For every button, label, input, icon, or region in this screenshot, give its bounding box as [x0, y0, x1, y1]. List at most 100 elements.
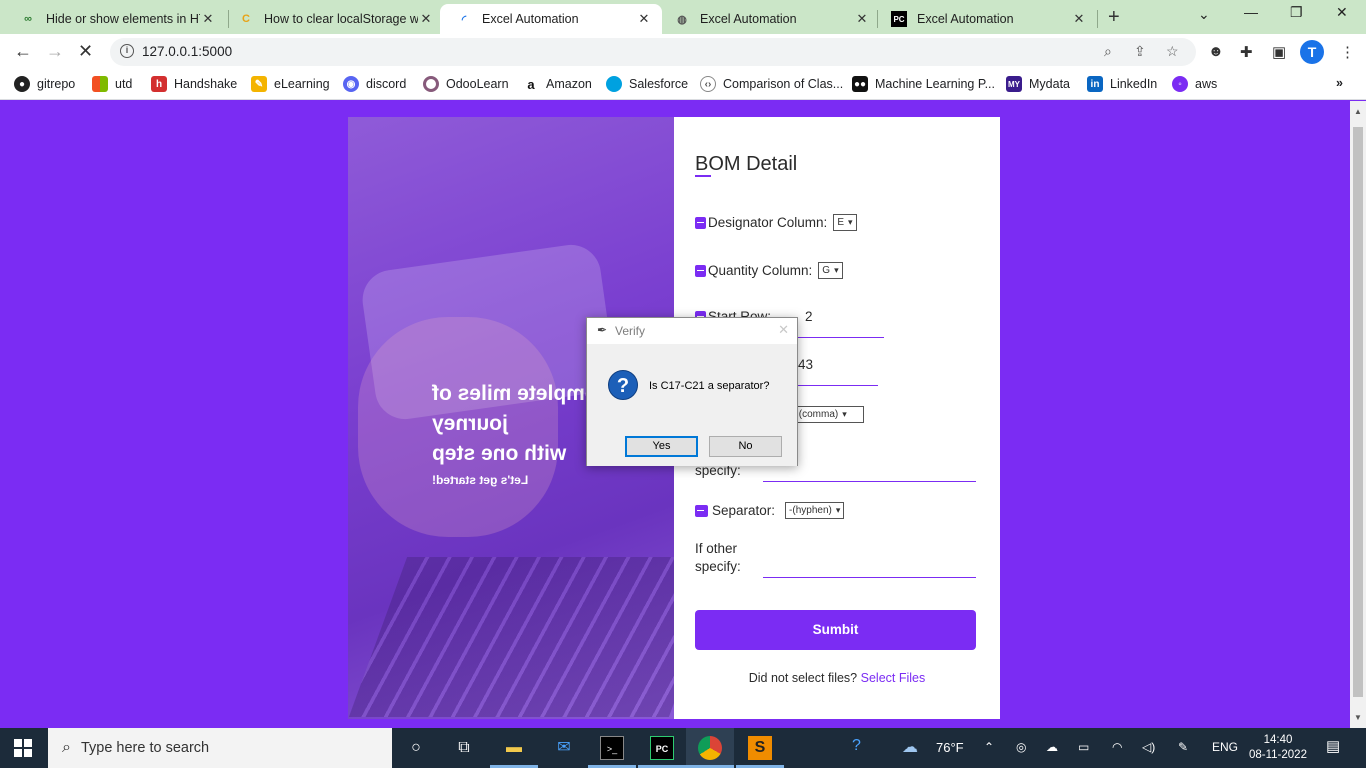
footer-text: Did not select files? — [748, 671, 858, 685]
language-indicator[interactable]: ENG — [1212, 740, 1238, 754]
terminal-icon[interactable]: >_ — [600, 736, 624, 760]
separator-select[interactable]: -(hyphen) ▾ — [785, 502, 845, 519]
file-explorer-icon[interactable]: ▬ — [502, 736, 526, 760]
dialog-message: Is C17-C21 a separator? — [649, 380, 770, 392]
bookmark-mydata[interactable]: MY Mydata — [1006, 76, 1070, 92]
start-row-input[interactable]: 2 — [805, 309, 813, 324]
weather-cloud-icon[interactable]: ☁ — [902, 737, 918, 757]
tab-hide-show[interactable]: ∞ Hide or show elements in HT ✕ — [4, 4, 226, 34]
notifications-icon[interactable]: ▤ — [1326, 737, 1340, 755]
tab-excel-automation-active[interactable]: ◜ Excel Automation ✕ — [440, 4, 662, 34]
tab-title: Excel Automation — [700, 12, 797, 26]
browser-menu-icon[interactable]: ⋮ — [1340, 43, 1355, 61]
bookmark-aws[interactable]: ◦ aws — [1172, 76, 1217, 92]
list-icon — [695, 216, 706, 229]
close-window-button[interactable]: ✕ — [1336, 4, 1348, 21]
share-icon[interactable]: ⇪ — [1134, 43, 1146, 60]
scroll-up-icon[interactable]: ▲ — [1354, 107, 1362, 116]
bookmark-gitrepo[interactable]: ● gitrepo — [14, 76, 75, 92]
start-button[interactable] — [14, 739, 32, 757]
tab-excel-automation-2[interactable]: ◍ Excel Automation ✕ — [658, 4, 880, 34]
close-tab-icon[interactable]: ✕ — [200, 11, 216, 27]
scrollbar-thumb[interactable] — [1353, 127, 1363, 697]
side-panel-icon[interactable]: ▣ — [1272, 43, 1286, 61]
other-specify-underline-1[interactable] — [763, 481, 976, 482]
pen-icon[interactable]: ✎ — [1178, 740, 1188, 754]
other-specify-underline-2[interactable] — [763, 577, 976, 578]
bookmark-odoolearn[interactable]: OdooLearn — [423, 76, 509, 92]
bookmark-label: gitrepo — [37, 77, 76, 91]
bookmark-comparison[interactable]: ‹› Comparison of Clas... — [700, 76, 843, 92]
tab-excel-automation-3[interactable]: PC Excel Automation ✕ — [875, 4, 1097, 34]
minimize-button[interactable]: — — [1244, 4, 1258, 20]
yes-button[interactable]: Yes — [625, 436, 698, 457]
task-view-icon[interactable]: ⧉ — [452, 736, 476, 760]
scroll-down-icon[interactable]: ▼ — [1354, 713, 1362, 722]
close-tab-icon[interactable]: ✕ — [854, 11, 870, 27]
battery-icon[interactable]: ▭ — [1078, 740, 1089, 754]
taskbar-clock[interactable]: 14:40 08-11-2022 — [1248, 733, 1308, 763]
bookmark-discord[interactable]: ◉ discord — [343, 76, 406, 92]
wifi-icon[interactable]: ◠ — [1112, 740, 1122, 754]
end-row-input[interactable]: 43 — [798, 357, 813, 372]
bookmark-machine-learning[interactable]: ●● Machine Learning P... — [852, 76, 995, 92]
page-scrollbar[interactable]: ▲ ▼ — [1350, 101, 1366, 728]
mydata-icon: MY — [1006, 76, 1022, 92]
dialog-title: Verify — [615, 324, 646, 338]
site-info-icon[interactable]: i — [120, 44, 134, 58]
sublime-text-icon[interactable]: S — [748, 736, 772, 760]
volume-icon[interactable]: ◁) — [1142, 740, 1155, 754]
new-tab-button[interactable]: + — [1108, 6, 1120, 29]
submit-button[interactable]: Sumbit — [695, 610, 976, 650]
delimiter-select[interactable]: ,(comma) ▾ — [792, 406, 864, 423]
tab-search-chevron-icon[interactable]: ⌄ — [1198, 6, 1210, 23]
url-text[interactable]: 127.0.0.1:5000 — [142, 44, 232, 59]
forward-button[interactable]: → — [46, 41, 64, 62]
bookmark-label: utd — [115, 77, 133, 91]
more-bookmarks-chevron-icon[interactable]: » — [1336, 76, 1343, 90]
bookmark-handshake[interactable]: h Handshake — [151, 76, 237, 92]
tab-title: Excel Automation — [482, 12, 579, 26]
profile-avatar[interactable]: T — [1300, 40, 1324, 64]
close-tab-icon[interactable]: ✕ — [418, 11, 434, 27]
restore-button[interactable]: ❐ — [1290, 4, 1303, 21]
designator-select[interactable]: E ▾ — [833, 214, 857, 231]
github-icon: ● — [14, 76, 30, 92]
show-hidden-icons-chevron-icon[interactable]: ⌃ — [984, 740, 994, 754]
other-label-line-2: specify: — [695, 559, 741, 574]
stack-icon — [695, 504, 708, 517]
weather-temp[interactable]: 76°F — [936, 740, 964, 755]
pycharm-taskbar-icon[interactable]: PC — [650, 736, 674, 760]
chrome-taskbar-icon[interactable] — [698, 736, 722, 760]
quantity-select[interactable]: G ▾ — [818, 262, 843, 279]
bookmark-star-icon[interactable]: ☆ — [1166, 43, 1179, 60]
bookmark-amazon[interactable]: a Amazon — [523, 76, 592, 92]
chevron-down-icon: ▾ — [834, 265, 839, 275]
help-icon[interactable]: ? — [852, 737, 861, 755]
meet-now-icon[interactable]: ◎ — [1016, 740, 1026, 754]
dialog-titlebar[interactable]: ✒ Verify ✕ — [587, 318, 797, 344]
bookmark-utd[interactable]: utd — [92, 76, 132, 92]
back-button[interactable]: ← — [14, 41, 32, 62]
select-files-link[interactable]: Select Files — [861, 671, 926, 685]
start-row-underline — [794, 337, 884, 338]
zoom-search-icon[interactable]: ⌕ — [1104, 43, 1112, 60]
dialog-close-icon[interactable]: ✕ — [778, 322, 789, 338]
taskbar-search[interactable]: ⌕ Type here to search — [48, 728, 392, 768]
address-bar[interactable]: i 127.0.0.1:5000 ⌕ ⇪ ☆ — [110, 38, 1196, 66]
no-button[interactable]: No — [709, 436, 782, 457]
bookmark-linkedin[interactable]: in LinkedIn — [1087, 76, 1157, 92]
bookmark-elearning[interactable]: ✎ eLearning — [251, 76, 330, 92]
extensions-puzzle-icon[interactable]: ✚ — [1240, 43, 1253, 61]
browser-tabstrip: ∞ Hide or show elements in HT ✕ C How to… — [0, 0, 1366, 34]
close-tab-icon[interactable]: ✕ — [1071, 11, 1087, 27]
bookmark-salesforce[interactable]: Salesforce — [606, 76, 688, 92]
onedrive-cloud-icon[interactable]: ☁ — [1046, 740, 1058, 754]
cortana-icon[interactable]: ○ — [404, 736, 428, 760]
stop-loading-button[interactable]: ✕ — [78, 41, 93, 62]
mail-icon[interactable]: ✉ — [552, 736, 576, 760]
extension-avatar-icon[interactable]: ☻ — [1208, 43, 1224, 60]
browser-toolbar: ← → ✕ i 127.0.0.1:5000 ⌕ ⇪ ☆ ☻ ✚ ▣ T ⋮ — [0, 34, 1366, 70]
tab-clear-localstorage[interactable]: C How to clear localStorage wh ✕ — [222, 4, 444, 34]
close-tab-icon[interactable]: ✕ — [636, 11, 652, 27]
